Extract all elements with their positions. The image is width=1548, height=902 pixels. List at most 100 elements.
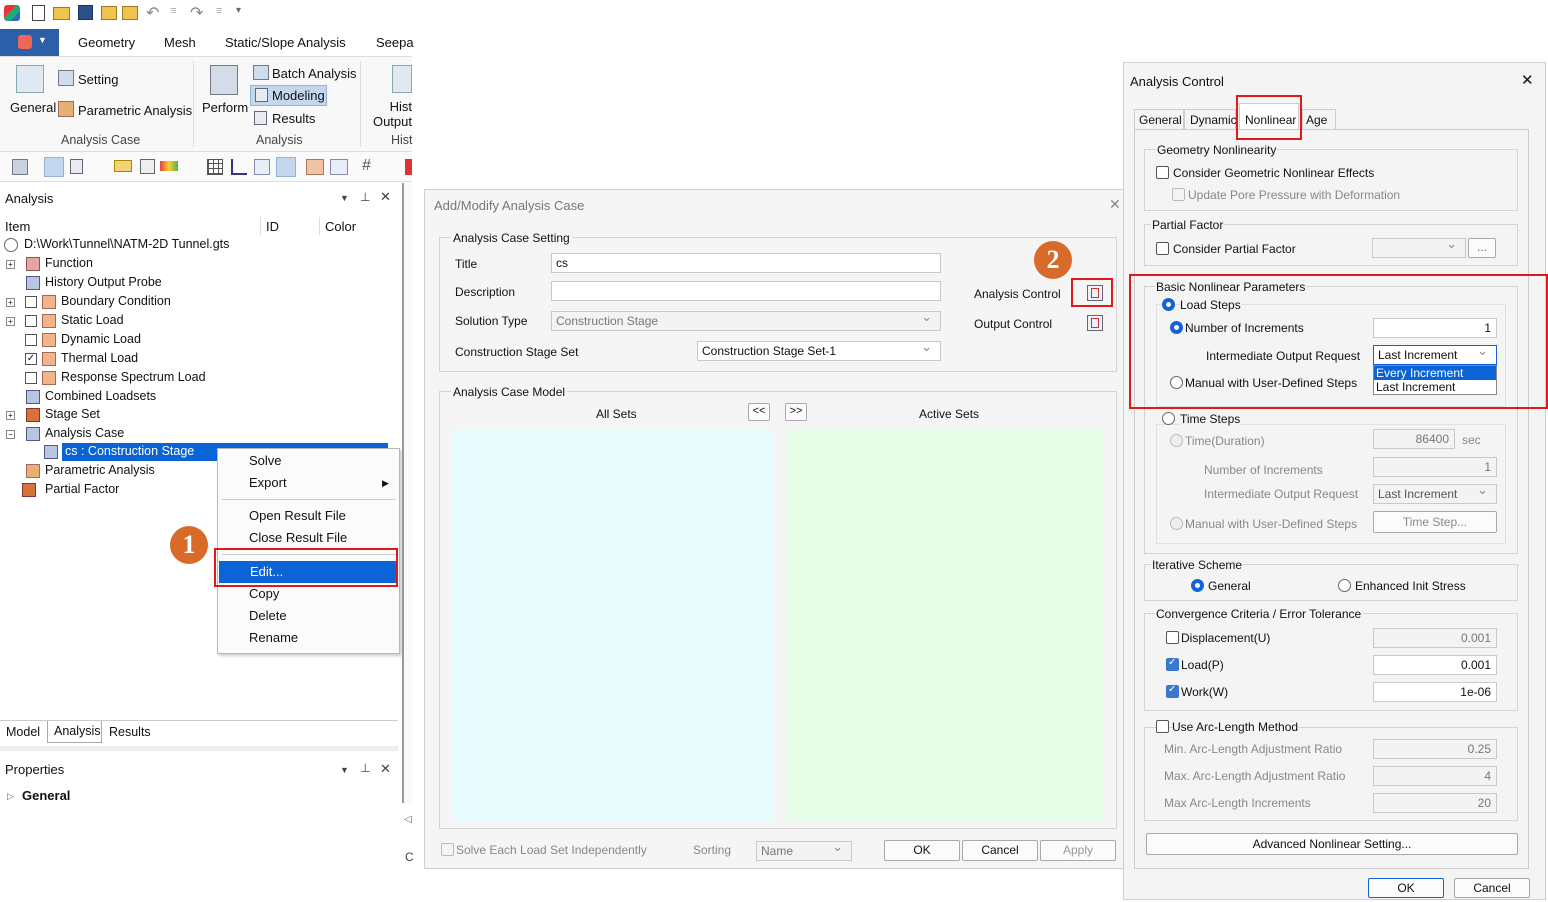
open-folder-icon[interactable]	[53, 7, 70, 20]
folder-icon[interactable]	[122, 6, 138, 20]
column-header-color[interactable]: Color	[325, 219, 356, 234]
partial-factor-select[interactable]	[1372, 235, 1466, 258]
menu-item-solve[interactable]: Solve	[218, 450, 399, 472]
redo-icon[interactable]: ↷	[190, 3, 203, 23]
pin-icon[interactable]: ⊥	[360, 190, 370, 204]
tab-seepage[interactable]: Seepa	[376, 35, 414, 50]
move-right-button[interactable]: >>	[785, 403, 807, 421]
axis-icon[interactable]	[231, 159, 247, 175]
menu-item-rename[interactable]: Rename	[218, 627, 399, 649]
lock-icon[interactable]	[70, 159, 83, 174]
setting-button[interactable]: Setting	[78, 72, 118, 87]
all-sets-list[interactable]	[451, 430, 773, 822]
panel-splitter[interactable]	[0, 746, 398, 751]
parametric-analysis-button[interactable]: Parametric Analysis	[78, 103, 192, 118]
ts-number-of-increments-input[interactable]: 1	[1373, 457, 1497, 477]
expand-icon[interactable]: +	[6, 298, 15, 307]
pore-pressure-checkbox[interactable]	[1172, 188, 1185, 201]
load-checkbox[interactable]	[1166, 657, 1179, 671]
table-icon[interactable]	[330, 159, 348, 175]
close-icon[interactable]: ✕	[1109, 196, 1121, 213]
open-project-icon[interactable]	[101, 6, 117, 20]
ok-button[interactable]: OK	[1368, 878, 1444, 898]
perform-button[interactable]: Perform	[202, 100, 248, 115]
tab-results[interactable]: Results	[109, 725, 151, 739]
batch-analysis-button[interactable]: Batch Analysis	[272, 66, 357, 81]
solve-each-checkbox[interactable]	[441, 843, 454, 856]
move-left-button[interactable]: <<	[748, 403, 770, 421]
collapse-icon[interactable]: −	[6, 430, 15, 439]
work-checkbox[interactable]	[1166, 684, 1179, 698]
cancel-button[interactable]: Cancel	[962, 840, 1038, 861]
mesh-view-icon[interactable]	[140, 159, 155, 174]
undo-list-icon[interactable]: ≡	[170, 5, 176, 17]
shading-icon[interactable]	[114, 160, 132, 172]
tab-model[interactable]: Model	[6, 725, 40, 739]
run-icon[interactable]	[12, 159, 28, 175]
tab-analysis[interactable]: Analysis	[47, 721, 102, 743]
ts-manual-steps-radio[interactable]	[1170, 517, 1183, 530]
checkbox[interactable]	[25, 296, 37, 308]
apply-button[interactable]: Apply	[1040, 840, 1116, 861]
tab-dynamic[interactable]: Dynamic	[1184, 109, 1237, 129]
dropdown-arrow-icon[interactable]: ▼	[340, 765, 349, 775]
enhanced-init-stress-radio[interactable]	[1338, 579, 1351, 592]
time-duration-input[interactable]: 86400	[1373, 429, 1455, 449]
ts-intermediate-output-select[interactable]: Last Increment	[1373, 481, 1497, 504]
column-header-item[interactable]: Item	[5, 219, 30, 234]
general-button[interactable]: General	[10, 100, 56, 115]
redo-list-icon[interactable]: ≡	[216, 5, 222, 17]
advanced-nonlinear-button[interactable]: Advanced Nonlinear Setting...	[1146, 833, 1518, 855]
general-scheme-radio[interactable]	[1191, 579, 1204, 592]
menu-item-export[interactable]: Export ▶	[218, 472, 399, 494]
arc-length-checkbox[interactable]	[1156, 720, 1169, 733]
grid-icon[interactable]	[207, 159, 223, 175]
output-control-button[interactable]	[1087, 315, 1103, 331]
checkbox[interactable]	[25, 372, 37, 384]
expand-icon[interactable]: +	[6, 260, 15, 269]
solution-type-select[interactable]: Construction Stage	[551, 308, 941, 331]
close-icon[interactable]: ✕	[380, 189, 391, 205]
time-duration-radio[interactable]	[1170, 434, 1183, 447]
work-input[interactable]: 1e-06	[1373, 682, 1497, 702]
new-file-icon[interactable]	[32, 5, 45, 21]
save-icon[interactable]	[78, 5, 93, 20]
menu-item-delete[interactable]: Delete	[218, 605, 399, 627]
time-step-button[interactable]: Time Step...	[1373, 511, 1497, 533]
snap-icon[interactable]: #	[362, 157, 371, 175]
tab-general[interactable]: General	[1134, 109, 1184, 129]
customize-icon[interactable]: ▾	[236, 5, 241, 16]
undo-icon[interactable]: ↶	[146, 3, 159, 23]
ok-button[interactable]: OK	[884, 840, 960, 861]
element-icon[interactable]	[276, 157, 296, 177]
expand-icon[interactable]: +	[6, 411, 15, 420]
active-sets-list[interactable]	[785, 430, 1103, 822]
column-header-id[interactable]: ID	[266, 219, 279, 234]
partial-factor-checkbox[interactable]	[1156, 242, 1169, 255]
construction-stage-set-select[interactable]: Construction Stage Set-1	[697, 338, 941, 361]
sorting-select[interactable]: Name	[756, 838, 852, 861]
displacement-checkbox[interactable]	[1166, 631, 1179, 644]
color-icon[interactable]	[160, 161, 178, 171]
min-arc-input[interactable]: 0.25	[1373, 739, 1497, 759]
expand-arrow-icon[interactable]: ▷	[7, 791, 14, 802]
modeling-button[interactable]: Modeling	[250, 85, 327, 106]
checkbox[interactable]	[25, 315, 37, 327]
time-steps-radio[interactable]	[1162, 412, 1175, 425]
close-icon[interactable]: ✕	[380, 761, 391, 777]
max-arc-increments-input[interactable]: 20	[1373, 793, 1497, 813]
close-icon[interactable]: ✕	[1521, 71, 1534, 89]
history-output-button[interactable]: Hist Output	[368, 99, 412, 131]
tab-geometry[interactable]: Geometry	[78, 35, 135, 50]
probe-icon[interactable]	[306, 159, 324, 175]
menu-item-close-result-file[interactable]: Close Result File	[218, 527, 399, 549]
expand-icon[interactable]: +	[6, 317, 15, 326]
menu-item-open-result-file[interactable]: Open Result File	[218, 505, 399, 527]
checkbox-checked[interactable]: ✓	[25, 353, 37, 365]
app-menu-button[interactable]: ▼	[0, 29, 59, 56]
geometric-effects-checkbox[interactable]	[1156, 166, 1169, 179]
results-button[interactable]: Results	[272, 111, 315, 126]
load-input[interactable]: 0.001	[1373, 655, 1497, 675]
partial-factor-more-button[interactable]: ...	[1468, 238, 1496, 258]
properties-general[interactable]: General	[22, 788, 70, 803]
